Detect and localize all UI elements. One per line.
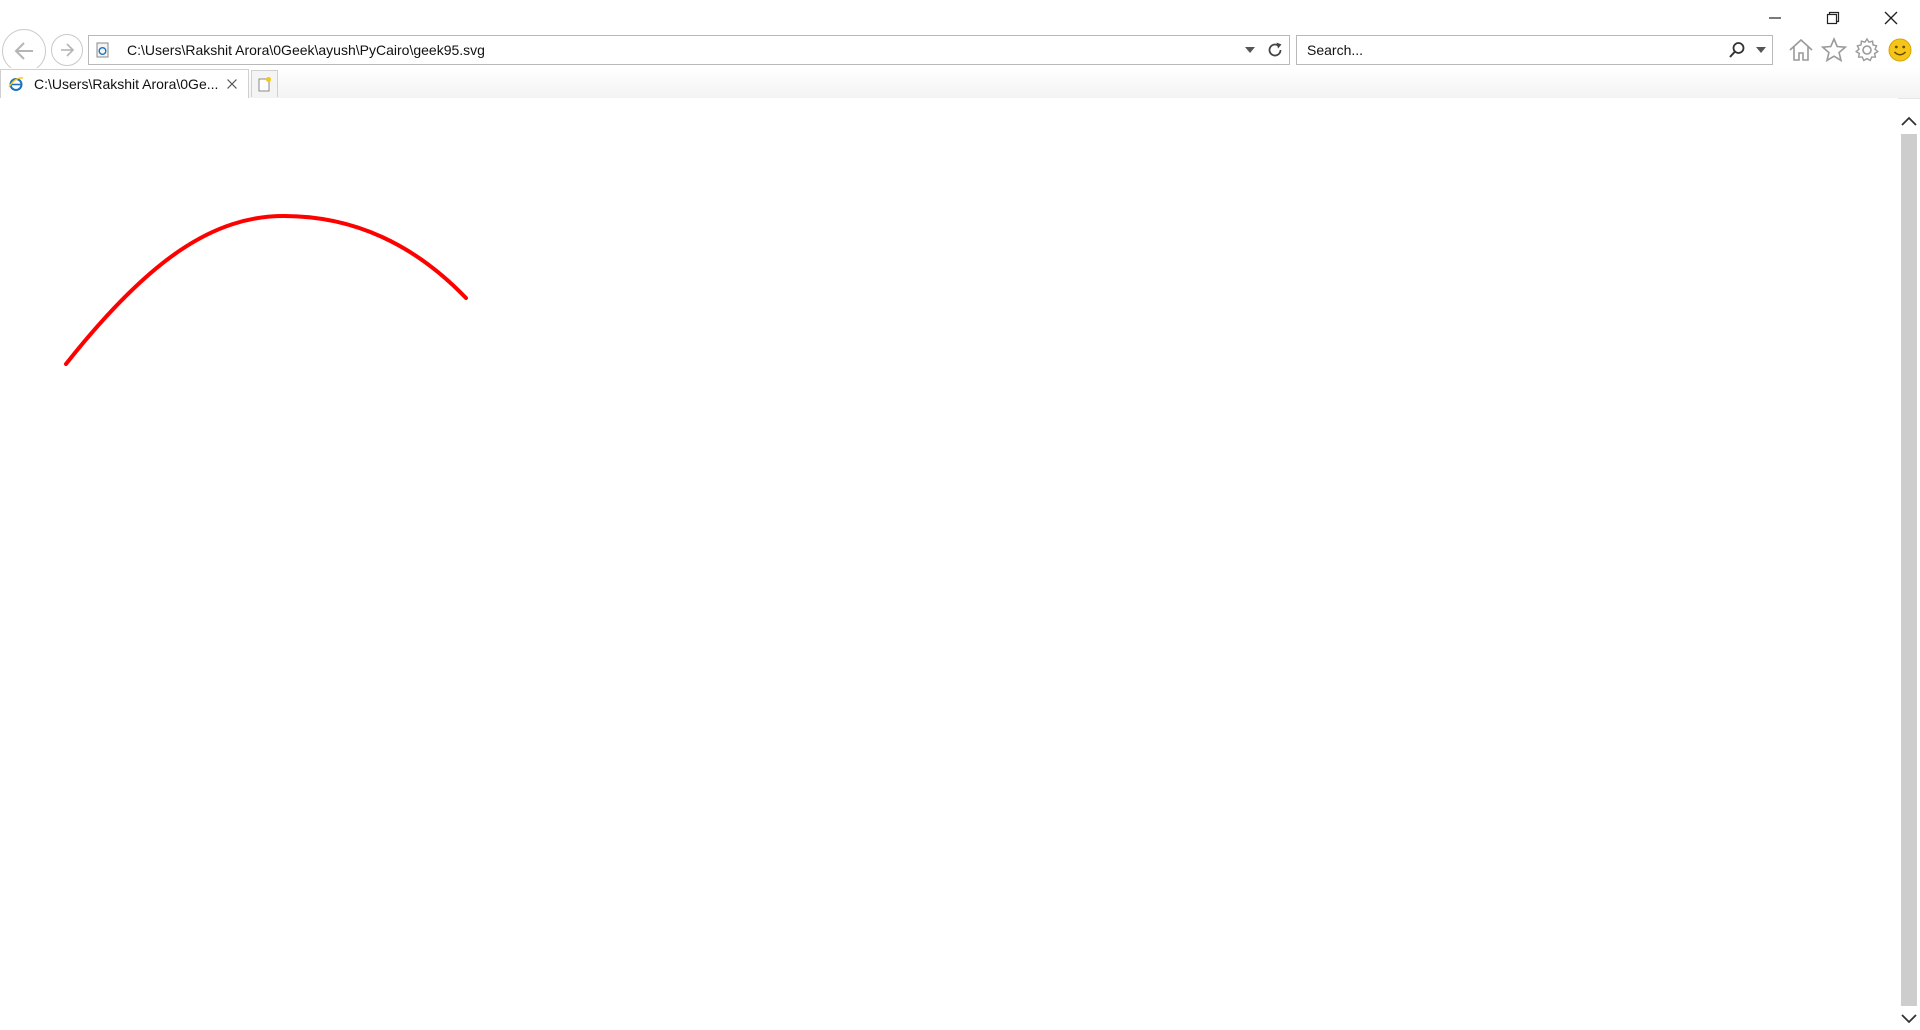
scroll-thumb[interactable]	[1901, 134, 1917, 1006]
back-arrow-icon	[14, 42, 33, 60]
feedback-button[interactable]	[1883, 35, 1916, 65]
search-provider-dropdown[interactable]	[1750, 36, 1772, 64]
tab-title: C:\Users\Rakshit Arora\0Ge...	[34, 76, 219, 92]
tab-close-button[interactable]	[222, 74, 242, 94]
favorites-button[interactable]	[1817, 35, 1850, 65]
page-content	[0, 98, 1898, 1030]
address-bar[interactable]: C:\Users\Rakshit Arora\0Geek\ayush\PyCai…	[88, 35, 1290, 65]
scroll-down-button[interactable]	[1898, 1008, 1920, 1030]
home-button[interactable]	[1784, 35, 1817, 65]
chevron-down-icon	[1756, 47, 1766, 53]
forward-arrow-icon	[61, 43, 75, 57]
close-icon	[1884, 11, 1898, 25]
close-icon	[227, 79, 237, 89]
new-tab-button[interactable]	[251, 70, 278, 97]
chevron-down-icon	[1901, 1014, 1917, 1024]
refresh-button[interactable]	[1261, 36, 1289, 64]
red-curve	[64, 213, 468, 366]
settings-button[interactable]	[1850, 35, 1883, 65]
browser-window: C:\Users\Rakshit Arora\0Geek\ayush\PyCai…	[0, 0, 1920, 1030]
minimize-icon	[1769, 17, 1781, 19]
window-controls	[1746, 0, 1920, 36]
restore-icon	[1826, 11, 1840, 25]
minimize-button[interactable]	[1746, 0, 1804, 36]
search-icon	[1729, 42, 1745, 58]
home-icon	[1788, 38, 1813, 61]
close-window-button[interactable]	[1862, 0, 1920, 36]
scroll-up-button[interactable]	[1898, 110, 1920, 132]
restore-button[interactable]	[1804, 0, 1862, 36]
search-button[interactable]	[1724, 36, 1750, 64]
svg-document	[64, 213, 468, 366]
chevron-up-icon	[1901, 116, 1917, 126]
new-tab-icon	[258, 77, 271, 92]
toolbar-icons	[1784, 35, 1916, 65]
browser-chrome: C:\Users\Rakshit Arora\0Geek\ayush\PyCai…	[0, 0, 1920, 99]
search-box[interactable]	[1296, 35, 1773, 65]
search-input[interactable]	[1305, 41, 1724, 59]
back-button[interactable]	[2, 29, 46, 73]
feedback-smiley-icon	[1888, 38, 1911, 62]
tab-active[interactable]: C:\Users\Rakshit Arora\0Ge...	[0, 69, 249, 98]
forward-button[interactable]	[51, 34, 83, 66]
vertical-scrollbar[interactable]	[1898, 110, 1920, 1030]
settings-gear-icon	[1854, 37, 1879, 62]
chevron-down-icon	[1245, 47, 1255, 53]
refresh-icon	[1268, 42, 1282, 57]
address-dropdown-button[interactable]	[1239, 36, 1261, 64]
favorites-star-icon	[1820, 37, 1847, 63]
ie-logo-icon	[7, 75, 25, 93]
tab-bar: C:\Users\Rakshit Arora\0Ge...	[0, 68, 1920, 99]
address-url[interactable]: C:\Users\Rakshit Arora\0Geek\ayush\PyCai…	[127, 42, 1239, 58]
page-file-icon	[93, 40, 113, 60]
